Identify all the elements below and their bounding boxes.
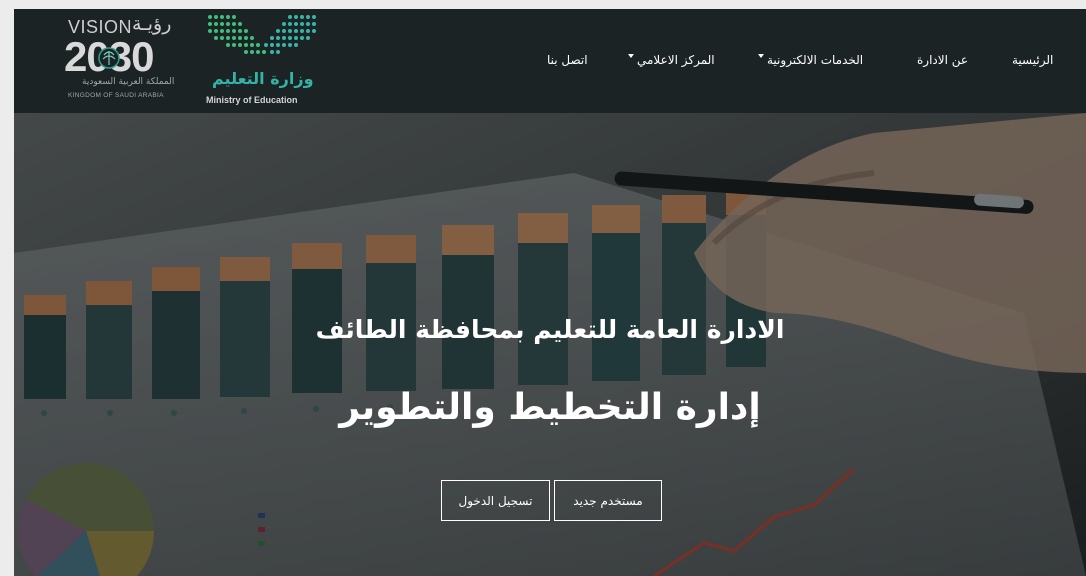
caret-down-icon bbox=[628, 54, 634, 58]
vision-kingdom-english: KINGDOM OF SAUDI ARABIA bbox=[68, 92, 164, 99]
caret-down-icon bbox=[758, 54, 764, 58]
hero-subtitle: الادارة العامة للتعليم بمحافظة الطائف bbox=[315, 315, 785, 344]
ministry-name-english: Ministry of Education bbox=[206, 95, 298, 105]
nav-item-eservices[interactable]: الخدمات الالكترونية bbox=[758, 53, 863, 71]
ministry-dots-icon bbox=[208, 15, 316, 54]
nav-item-about[interactable]: عن الادارة bbox=[917, 53, 968, 71]
vision-kingdom-arabic: المملكة العربية السعودية bbox=[82, 77, 175, 87]
ministry-of-education-logo[interactable]: وزارة التعليم Ministry of Education bbox=[204, 13, 324, 109]
vision-2030-logo[interactable]: VISION رؤيـة 2030 المملكة العربية السعود… bbox=[62, 13, 182, 103]
nav-item-contact[interactable]: اتصل بنا bbox=[547, 53, 588, 71]
ministry-name-arabic: وزارة التعليم bbox=[212, 69, 314, 88]
nav-item-eservices-label: الخدمات الالكترونية bbox=[767, 53, 864, 67]
page-frame: VISION رؤيـة 2030 المملكة العربية السعود… bbox=[14, 9, 1086, 576]
hero-section: الادارة العامة للتعليم بمحافظة الطائف إد… bbox=[14, 113, 1086, 576]
hero-button-group: تسجيل الدخول مستخدم جديد bbox=[441, 480, 662, 521]
login-button[interactable]: تسجيل الدخول bbox=[441, 480, 550, 521]
navbar: VISION رؤيـة 2030 المملكة العربية السعود… bbox=[14, 9, 1086, 113]
nav-item-home[interactable]: الرئيسية bbox=[1012, 53, 1053, 71]
new-user-button[interactable]: مستخدم جديد bbox=[554, 480, 662, 521]
nav-item-media-center-label: المركز الاعلامي bbox=[637, 53, 715, 67]
vision-arabic-text: رؤيـة bbox=[132, 13, 172, 35]
hero-title: إدارة التخطيط والتطوير bbox=[339, 387, 761, 428]
nav-item-media-center[interactable]: المركز الاعلامي bbox=[628, 53, 715, 71]
palm-emblem-icon bbox=[98, 47, 120, 69]
